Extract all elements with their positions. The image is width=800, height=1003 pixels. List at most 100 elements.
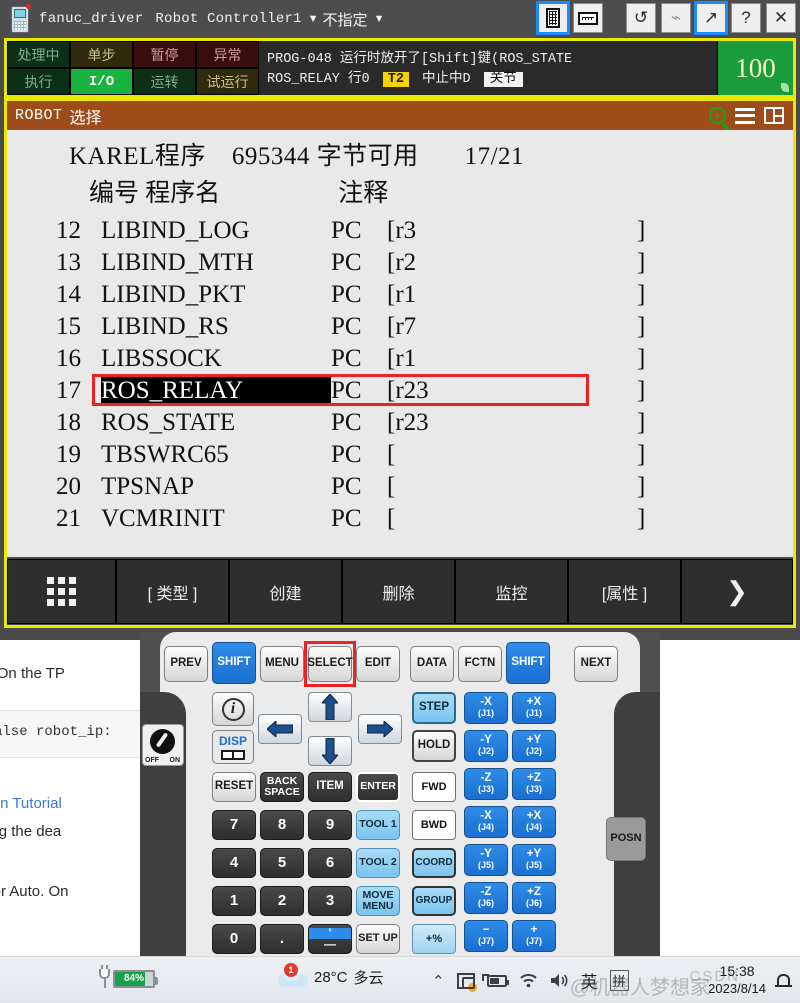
key-digit-7[interactable]: 7	[212, 810, 256, 840]
refresh-button[interactable]: ↺	[626, 3, 656, 33]
key-digit-6[interactable]: 6	[308, 848, 352, 878]
chevron-down-icon-controller[interactable]: ▼	[308, 13, 319, 25]
key-jog-plus-z-j3[interactable]: +Z (J3)	[512, 768, 556, 800]
jog-axis: +X	[526, 695, 542, 708]
key-bwd[interactable]: BWD	[412, 810, 456, 840]
volume-icon[interactable]	[550, 973, 569, 988]
home-button[interactable]: ⌁	[661, 3, 691, 33]
table-row[interactable]: 15 LIBIND_RS PC [r7]	[7, 311, 793, 343]
key-group[interactable]: GROUP	[412, 886, 456, 916]
softkey-type[interactable]: [ 类型 ]	[117, 560, 228, 623]
key-jog-minus-x-j4[interactable]: -X (J4)	[464, 806, 508, 838]
key-jog-minus-z-j3[interactable]: -Z (J3)	[464, 768, 508, 800]
key-jog-plus-z-j6[interactable]: +Z (J6)	[512, 882, 556, 914]
key-period[interactable]: .	[260, 924, 304, 954]
key-digit-2[interactable]: 2	[260, 886, 304, 916]
key-jog-plus-j7[interactable]: + (J7)	[512, 920, 556, 952]
key-next[interactable]: NEXT	[574, 646, 618, 682]
battery-tray-icon[interactable]	[481, 973, 509, 987]
key-percent[interactable]: +%	[412, 924, 456, 954]
key-data[interactable]: DATA	[410, 646, 454, 682]
table-row[interactable]: 20 TPSNAP PC []	[7, 471, 793, 503]
wifi-icon[interactable]	[519, 973, 538, 988]
key-menu[interactable]: MENU	[260, 646, 304, 682]
key-backspace[interactable]: BACK SPACE	[260, 772, 304, 802]
softkey-next[interactable]: ❯	[682, 560, 792, 623]
key-arrow-right[interactable]	[358, 714, 402, 744]
table-row[interactable]: 18 ROS_STATE PC [r23]	[7, 407, 793, 439]
table-row[interactable]: 14 LIBIND_PKT PC [r1]	[7, 279, 793, 311]
key-arrow-left[interactable]	[258, 714, 302, 744]
key-shift-left[interactable]: SHIFT	[212, 642, 256, 684]
key-reset[interactable]: RESET	[212, 772, 256, 802]
key-tool1[interactable]: TOOL 1	[356, 810, 400, 840]
table-row[interactable]: 12 LIBIND_LOG PC [r3]	[7, 215, 793, 247]
key-digit-0[interactable]: 0	[212, 924, 256, 954]
table-row[interactable]: 21 VCMRINIT PC []	[7, 503, 793, 535]
table-row[interactable]: 13 LIBIND_MTH PC [r2]	[7, 247, 793, 279]
key-arrow-up[interactable]	[308, 692, 352, 722]
key-jog-minus-y-j5[interactable]: -Y (J5)	[464, 844, 508, 876]
key-select[interactable]: SELECT	[307, 646, 353, 682]
key-digit-3[interactable]: 3	[308, 886, 352, 916]
key-disp[interactable]: DISP	[212, 730, 254, 764]
mode-knob[interactable]: OFF ON	[142, 724, 184, 766]
key-info[interactable]: i	[212, 692, 254, 726]
table-row[interactable]: 19 TBSWRC65 PC []	[7, 439, 793, 471]
key-arrow-down[interactable]	[308, 736, 352, 766]
mode-selector-label: 不指定	[322, 11, 368, 29]
pendant-view-toggle-button[interactable]	[536, 1, 570, 35]
key-digit-5[interactable]: 5	[260, 848, 304, 878]
key-fctn[interactable]: FCTN	[458, 646, 502, 682]
key-jog-plus-x-j1[interactable]: +X (J1)	[512, 692, 556, 724]
key-step[interactable]: STEP	[412, 692, 456, 724]
key-posn[interactable]: POSN	[606, 817, 646, 861]
key-edit[interactable]: EDIT	[356, 646, 400, 682]
softkey-monitor[interactable]: 监控	[456, 560, 567, 623]
key-digit-4[interactable]: 4	[212, 848, 256, 878]
key-jog-minus-x-j1[interactable]: -X (J1)	[464, 692, 508, 724]
keyboard-toggle-button[interactable]	[573, 3, 603, 33]
key-prev[interactable]: PREV	[164, 646, 208, 682]
weather-widget[interactable]: 1 28°C 多云	[278, 963, 384, 989]
key-jog-plus-x-j4[interactable]: +X (J4)	[512, 806, 556, 838]
row-program-type: PC	[331, 409, 362, 436]
split-view-icon[interactable]	[764, 107, 784, 124]
popout-button[interactable]: ↗	[694, 1, 728, 35]
key-tool2[interactable]: TOOL 2	[356, 848, 400, 878]
key-jog-minus-j7[interactable]: − (J7)	[464, 920, 508, 952]
close-button[interactable]: ✕	[766, 3, 796, 33]
key-jog-minus-y-j2[interactable]: -Y (J2)	[464, 730, 508, 762]
softkey-create[interactable]: 创建	[230, 560, 341, 623]
key-setup[interactable]: SET UP	[356, 924, 400, 954]
key-jog-plus-y-j2[interactable]: +Y (J2)	[512, 730, 556, 762]
menu-icon[interactable]	[735, 107, 755, 124]
chevron-down-icon-mode[interactable]: ▼	[374, 13, 385, 25]
key-jog-minus-z-j6[interactable]: -Z (J6)	[464, 882, 508, 914]
key-jog-plus-y-j5[interactable]: +Y (J5)	[512, 844, 556, 876]
onedrive-sync-icon[interactable]	[456, 972, 477, 992]
softkey-attribute[interactable]: [属性 ]	[569, 560, 680, 623]
key-digit-9[interactable]: 9	[308, 810, 352, 840]
key-digit-8[interactable]: 8	[260, 810, 304, 840]
taskbar-clock[interactable]: 15:38 2023/8/14	[708, 962, 766, 998]
key-shift-right[interactable]: SHIFT	[506, 642, 550, 684]
key-comma-minus[interactable]: ’ —	[308, 924, 352, 954]
key-enter[interactable]: ENTER	[356, 772, 400, 802]
table-row[interactable]: 16 LIBSSOCK PC [r1]	[7, 343, 793, 375]
key-hold[interactable]: HOLD	[412, 730, 456, 762]
key-fwd[interactable]: FWD	[412, 772, 456, 802]
softkey-delete[interactable]: 删除	[343, 560, 454, 623]
key-coord[interactable]: COORD	[412, 848, 456, 878]
zoom-in-icon[interactable]: +	[709, 107, 726, 124]
menu-grid-button[interactable]	[8, 560, 115, 623]
key-item[interactable]: ITEM	[308, 772, 352, 802]
notification-center-icon[interactable]	[775, 971, 792, 988]
show-hidden-icons-chevron[interactable]: ⌃	[432, 972, 445, 990]
battery-status[interactable]: 84%	[98, 965, 158, 988]
bg-link[interactable]: Viz Plugin Tutorial	[0, 795, 62, 812]
table-row[interactable]: 17 ROS_RELAY PC [r23]	[7, 375, 793, 407]
key-digit-1[interactable]: 1	[212, 886, 256, 916]
key-move-menu[interactable]: MOVE MENU	[356, 886, 400, 916]
help-button[interactable]: ?	[731, 3, 761, 33]
